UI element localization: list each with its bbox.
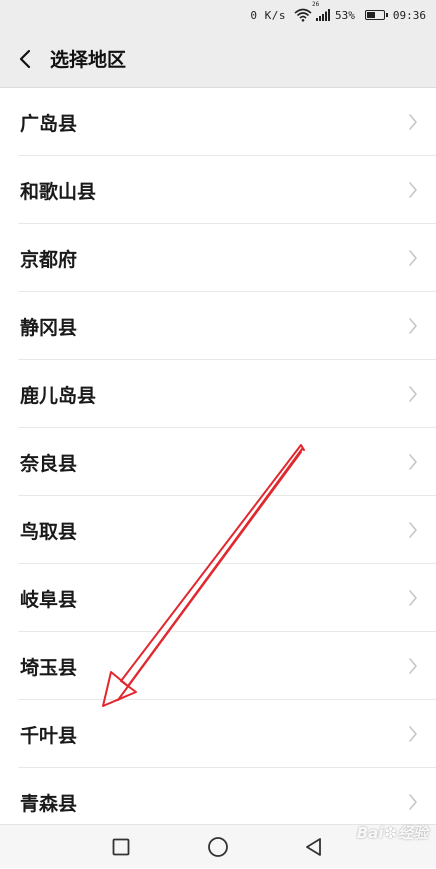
region-label: 和歌山县 bbox=[20, 180, 97, 203]
region-item[interactable]: 和歌山县 bbox=[0, 156, 436, 224]
region-label: 埼玉县 bbox=[20, 656, 78, 679]
battery-icon bbox=[364, 10, 388, 20]
chevron-right-icon bbox=[409, 114, 417, 130]
chevron-right-icon bbox=[409, 454, 417, 470]
region-item[interactable]: 广岛县 bbox=[0, 88, 436, 156]
region-label: 静冈县 bbox=[20, 316, 78, 339]
region-label: 岐阜县 bbox=[20, 588, 78, 611]
chevron-right-icon bbox=[409, 318, 417, 334]
region-label: 京都府 bbox=[20, 248, 78, 271]
system-back-button[interactable] bbox=[292, 825, 336, 869]
circle-icon bbox=[208, 837, 228, 857]
chevron-left-icon bbox=[19, 49, 31, 68]
region-item[interactable]: 鸟取县 bbox=[0, 496, 436, 564]
page-title: 选择地区 bbox=[50, 49, 127, 71]
region-item[interactable]: 岐阜县 bbox=[0, 564, 436, 632]
back-button[interactable] bbox=[14, 48, 36, 70]
chevron-right-icon bbox=[409, 386, 417, 402]
region-item[interactable]: 奈良县 bbox=[0, 428, 436, 496]
region-item[interactable]: 鹿儿岛县 bbox=[0, 360, 436, 428]
system-nav-bar bbox=[0, 824, 436, 868]
status-bar: 0 K/s 26 53% 09:36 bbox=[0, 0, 436, 30]
region-item[interactable]: 静冈县 bbox=[0, 292, 436, 360]
battery-percentage: 53% bbox=[335, 8, 355, 22]
signal-badge: 26 bbox=[312, 1, 320, 8]
region-label: 广岛县 bbox=[20, 112, 78, 135]
region-label: 千叶县 bbox=[20, 724, 78, 747]
region-list[interactable]: 广岛县 和歌山县 京都府 静冈县 鹿儿岛县 奈良县 鸟取县 岐阜县 埼玉县 千叶… bbox=[0, 88, 436, 824]
chevron-right-icon bbox=[409, 590, 417, 606]
app-header: 选择地区 bbox=[0, 30, 436, 88]
wifi-icon bbox=[294, 8, 312, 22]
region-label: 鸟取县 bbox=[20, 520, 78, 543]
battery-fill bbox=[366, 12, 375, 18]
region-item[interactable]: 埼玉县 bbox=[0, 632, 436, 700]
chevron-right-icon bbox=[409, 250, 417, 266]
chevron-right-icon bbox=[409, 794, 417, 810]
region-item[interactable]: 京都府 bbox=[0, 224, 436, 292]
home-button[interactable] bbox=[196, 825, 240, 869]
chevron-right-icon bbox=[409, 658, 417, 674]
clock: 09:36 bbox=[392, 8, 426, 22]
chevron-right-icon bbox=[409, 522, 417, 538]
recent-apps-button[interactable] bbox=[99, 825, 143, 869]
square-icon bbox=[112, 838, 130, 856]
chevron-right-icon bbox=[409, 726, 417, 742]
region-label: 奈良县 bbox=[20, 452, 78, 475]
region-item[interactable]: 青森县 bbox=[0, 768, 436, 824]
region-label: 青森县 bbox=[20, 792, 78, 815]
network-speed: 0 K/s bbox=[250, 8, 286, 22]
region-item[interactable]: 千叶县 bbox=[0, 700, 436, 768]
region-label: 鹿儿岛县 bbox=[20, 384, 97, 407]
cell-signal-icon: 26 bbox=[312, 2, 330, 21]
triangle-back-icon bbox=[306, 838, 321, 856]
chevron-right-icon bbox=[409, 182, 417, 198]
